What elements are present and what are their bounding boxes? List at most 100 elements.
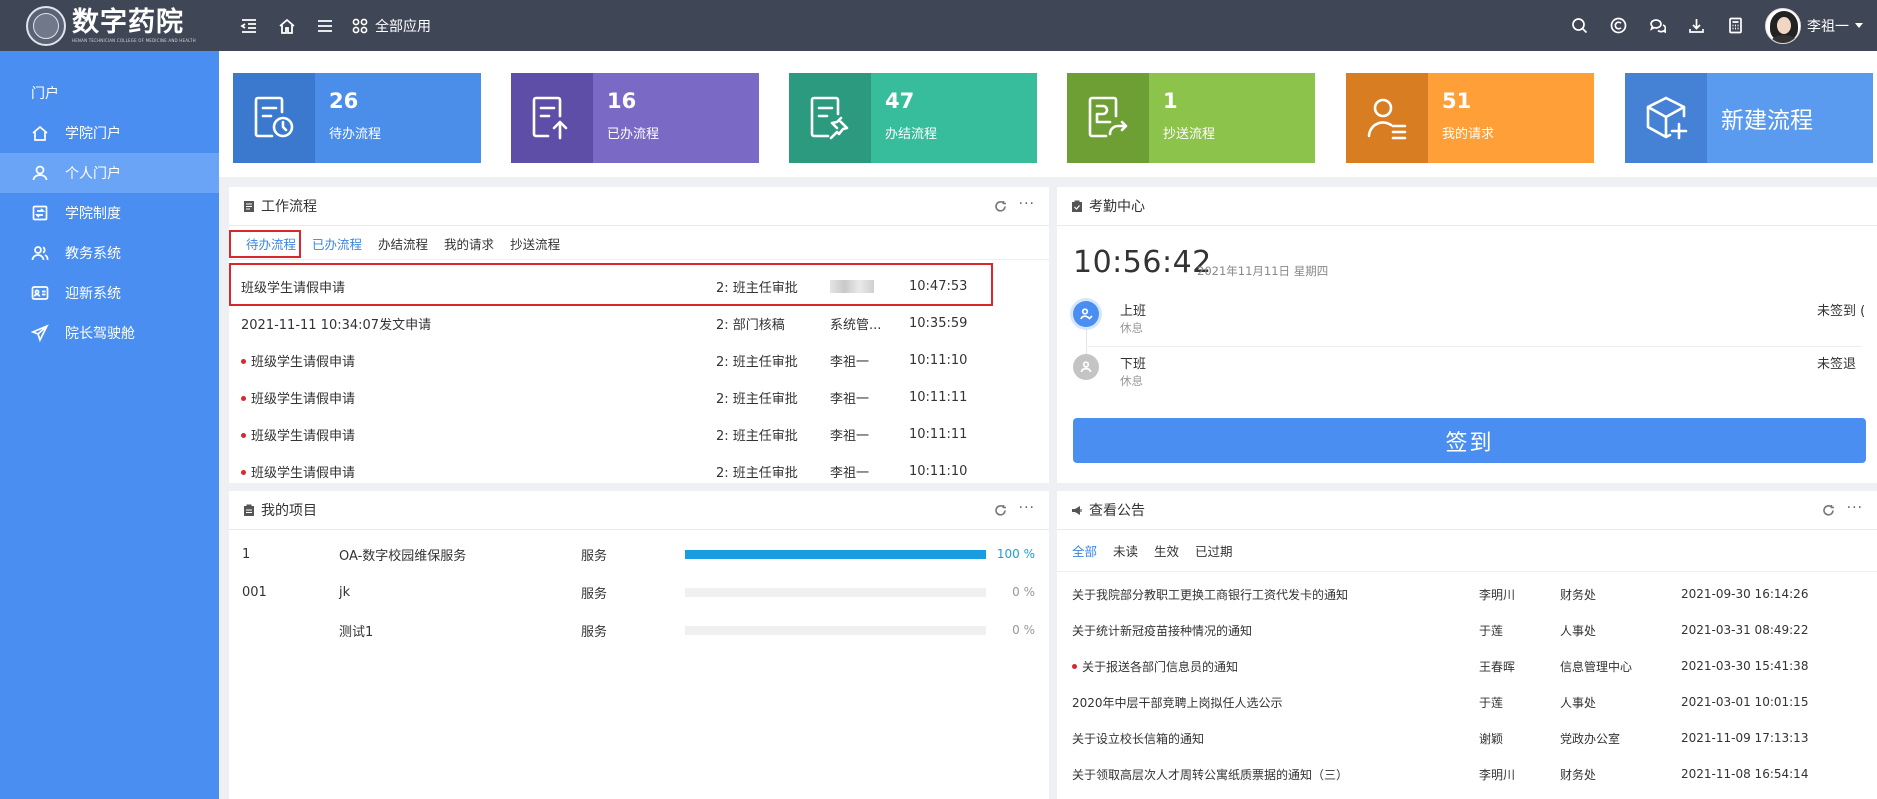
tab-all[interactable]: 全部 bbox=[1064, 530, 1105, 572]
card-my-requests[interactable]: 51 我的请求 bbox=[1346, 73, 1594, 163]
project-row[interactable]: 1 OA-数字校园维保服务 服务 100 % bbox=[229, 535, 1049, 573]
more-icon[interactable]: ··· bbox=[1019, 197, 1035, 211]
sidebar-item-welcome-system[interactable]: 迎新系统 bbox=[0, 273, 219, 313]
send-icon bbox=[31, 324, 49, 342]
announcement-row[interactable]: 关于领取高层次人才周转公寓纸质票据的通知（三） 李明川 财务处 2021-11-… bbox=[1057, 756, 1877, 792]
top-bar: 数字药院 HENAN TECHNICIAN COLLEGE OF MEDICIN… bbox=[0, 0, 1877, 51]
workflow-user: 李祖一 bbox=[830, 355, 870, 370]
table-row[interactable]: 班级学生请假申请 2: 班主任审批 李祖一 10:11:10 bbox=[229, 453, 1049, 483]
menu-button[interactable] bbox=[306, 0, 344, 51]
announcement-dept: 信息管理中心 bbox=[1560, 659, 1633, 674]
refresh-icon[interactable] bbox=[994, 504, 1007, 517]
announcement-row[interactable]: 关于报送各部门信息员的通知 王春晖 信息管理中心 2021-03-30 15:4… bbox=[1057, 648, 1877, 684]
announcement-title: 关于我院部分教职工更换工商银行工资代发卡的通知 bbox=[1072, 587, 1349, 602]
sidebar-item-academic-system[interactable]: 教务系统 bbox=[0, 233, 219, 273]
download-button[interactable] bbox=[1677, 0, 1716, 51]
tab-my-requests[interactable]: 我的请求 bbox=[436, 234, 502, 259]
panel-title: 考勤中心 bbox=[1089, 199, 1145, 215]
announcement-dept: 人事处 bbox=[1560, 695, 1597, 710]
box-plus-icon bbox=[1625, 73, 1707, 163]
progress-percent: 0 % bbox=[1012, 623, 1035, 637]
refresh-icon[interactable] bbox=[994, 200, 1007, 213]
card-completed-workflow[interactable]: 47 办结流程 bbox=[789, 73, 1037, 163]
sidebar-item-college-rules[interactable]: 学院制度 bbox=[0, 193, 219, 233]
tab-cc[interactable]: 抄送流程 bbox=[502, 234, 568, 259]
workflow-user: 李祖一 bbox=[830, 466, 870, 481]
project-row[interactable]: 测试1 服务 0 % bbox=[229, 611, 1049, 649]
sidebar-item-label: 迎新系统 bbox=[65, 286, 121, 302]
announcement-time: 2021-09-30 16:14:26 bbox=[1681, 587, 1809, 601]
user-menu[interactable]: 李祖一 bbox=[1755, 7, 1877, 44]
announcement-author: 于莲 bbox=[1479, 623, 1504, 638]
sign-in-button[interactable]: 签到 bbox=[1073, 418, 1866, 463]
more-icon[interactable]: ··· bbox=[1019, 501, 1035, 515]
announcement-row[interactable]: 关于设立校长信箱的通知 谢颖 党政办公室 2021-11-09 17:13:13 bbox=[1057, 720, 1877, 756]
tab-completed[interactable]: 办结流程 bbox=[370, 234, 436, 259]
search-button[interactable] bbox=[1560, 0, 1599, 51]
stat-cards: 26 待办流程 16 已办流程 47 办结流程 1 抄送流程 51 我的请求 新… bbox=[219, 51, 1877, 177]
announcement-row[interactable]: 2020年中层干部竞聘上岗拟任人选公示 于莲 人事处 2021-03-01 10… bbox=[1057, 684, 1877, 720]
attendance-panel: 考勤中心 10:56:42 2021年11月11日 星期四 上班 休息 未签到 … bbox=[1057, 187, 1877, 483]
home-button[interactable] bbox=[268, 0, 306, 51]
unread-dot bbox=[241, 359, 246, 364]
card-label: 新建流程 bbox=[1721, 108, 1813, 134]
refresh-icon[interactable] bbox=[1822, 504, 1835, 517]
highlight-box bbox=[229, 263, 993, 306]
workflow-title: 班级学生请假申请 bbox=[241, 462, 355, 481]
unread-dot bbox=[1072, 663, 1077, 669]
card-pending-workflow[interactable]: 26 待办流程 bbox=[233, 73, 481, 163]
tab-unread[interactable]: 未读 bbox=[1105, 530, 1146, 572]
card-label: 已办流程 bbox=[607, 127, 660, 143]
highlight-box bbox=[229, 230, 301, 258]
announcement-dept: 财务处 bbox=[1560, 587, 1597, 602]
announcement-author: 于莲 bbox=[1479, 695, 1504, 710]
workflow-step: 2: 班主任审批 bbox=[716, 429, 798, 444]
forward-document-icon bbox=[1067, 73, 1149, 163]
chat-icon bbox=[1650, 19, 1666, 34]
table-row[interactable]: 班级学生请假申请 2: 班主任审批 李祖一 10:11:11 bbox=[229, 379, 1049, 416]
workflow-title: 班级学生请假申请 bbox=[241, 388, 355, 407]
announcement-title: 关于统计新冠疫苗接种情况的通知 bbox=[1072, 623, 1253, 638]
all-apps-button[interactable]: 全部应用 bbox=[344, 0, 439, 51]
card-count: 51 bbox=[1442, 89, 1472, 113]
card-count: 26 bbox=[329, 89, 359, 113]
project-row[interactable]: 001 jk 服务 0 % bbox=[229, 573, 1049, 611]
upload-document-icon bbox=[511, 73, 593, 163]
collapse-menu-button[interactable] bbox=[230, 0, 268, 51]
clock-out-status: 未签退 bbox=[1817, 357, 1857, 372]
table-row[interactable]: 2021-11-11 10:34:07发文申请 2: 部门核稿 系统管... 1… bbox=[229, 305, 1049, 342]
workflow-time: 10:11:11 bbox=[909, 390, 968, 405]
tab-expired[interactable]: 已过期 bbox=[1187, 530, 1241, 572]
new-workflow-button[interactable]: 新建流程 bbox=[1625, 73, 1873, 163]
indent-icon bbox=[240, 18, 256, 33]
tab-active[interactable]: 生效 bbox=[1146, 530, 1187, 572]
table-row[interactable]: 班级学生请假申请 2: 班主任审批 李祖一 10:11:11 bbox=[229, 416, 1049, 453]
clock-out-label: 下班 bbox=[1120, 357, 1147, 372]
logo[interactable]: 数字药院 HENAN TECHNICIAN COLLEGE OF MEDICIN… bbox=[0, 0, 219, 51]
workflow-title: 班级学生请假申请 bbox=[241, 351, 355, 370]
calculator-button[interactable] bbox=[1716, 0, 1755, 51]
progress-bar bbox=[685, 625, 986, 635]
unread-dot bbox=[241, 433, 246, 438]
announcement-time: 2021-11-08 16:54:14 bbox=[1681, 767, 1809, 781]
projects-panel: 我的项目 ··· 1 OA-数字校园维保服务 服务 100 % 001 jk 服… bbox=[229, 491, 1049, 799]
copyright-button[interactable] bbox=[1599, 0, 1638, 51]
sidebar-item-college-portal[interactable]: 学院门户 bbox=[0, 113, 219, 153]
project-name: 测试1 bbox=[339, 624, 374, 640]
announcement-title: 2020年中层干部竞聘上岗拟任人选公示 bbox=[1072, 695, 1283, 710]
sidebar-item-dean-cockpit[interactable]: 院长驾驶舱 bbox=[0, 313, 219, 353]
table-row[interactable]: 班级学生请假申请 2: 班主任审批 李祖一 10:11:10 bbox=[229, 342, 1049, 379]
announcement-row[interactable]: 关于统计新冠疫苗接种情况的通知 于莲 人事处 2021-03-31 08:49:… bbox=[1057, 612, 1877, 648]
announcement-row[interactable]: 关于我院部分教职工更换工商银行工资代发卡的通知 李明川 财务处 2021-09-… bbox=[1057, 576, 1877, 612]
more-icon[interactable]: ··· bbox=[1847, 501, 1863, 515]
clock-document-icon bbox=[233, 73, 315, 163]
card-cc-workflow[interactable]: 1 抄送流程 bbox=[1067, 73, 1315, 163]
card-label: 我的请求 bbox=[1442, 127, 1495, 143]
sidebar-item-personal-portal[interactable]: 个人门户 bbox=[0, 153, 219, 193]
pin-document-icon bbox=[789, 73, 871, 163]
tab-done[interactable]: 已办流程 bbox=[304, 234, 370, 259]
card-done-workflow[interactable]: 16 已办流程 bbox=[511, 73, 759, 163]
home-icon bbox=[32, 125, 48, 141]
megaphone-icon bbox=[1072, 505, 1082, 515]
chat-button[interactable] bbox=[1638, 0, 1677, 51]
